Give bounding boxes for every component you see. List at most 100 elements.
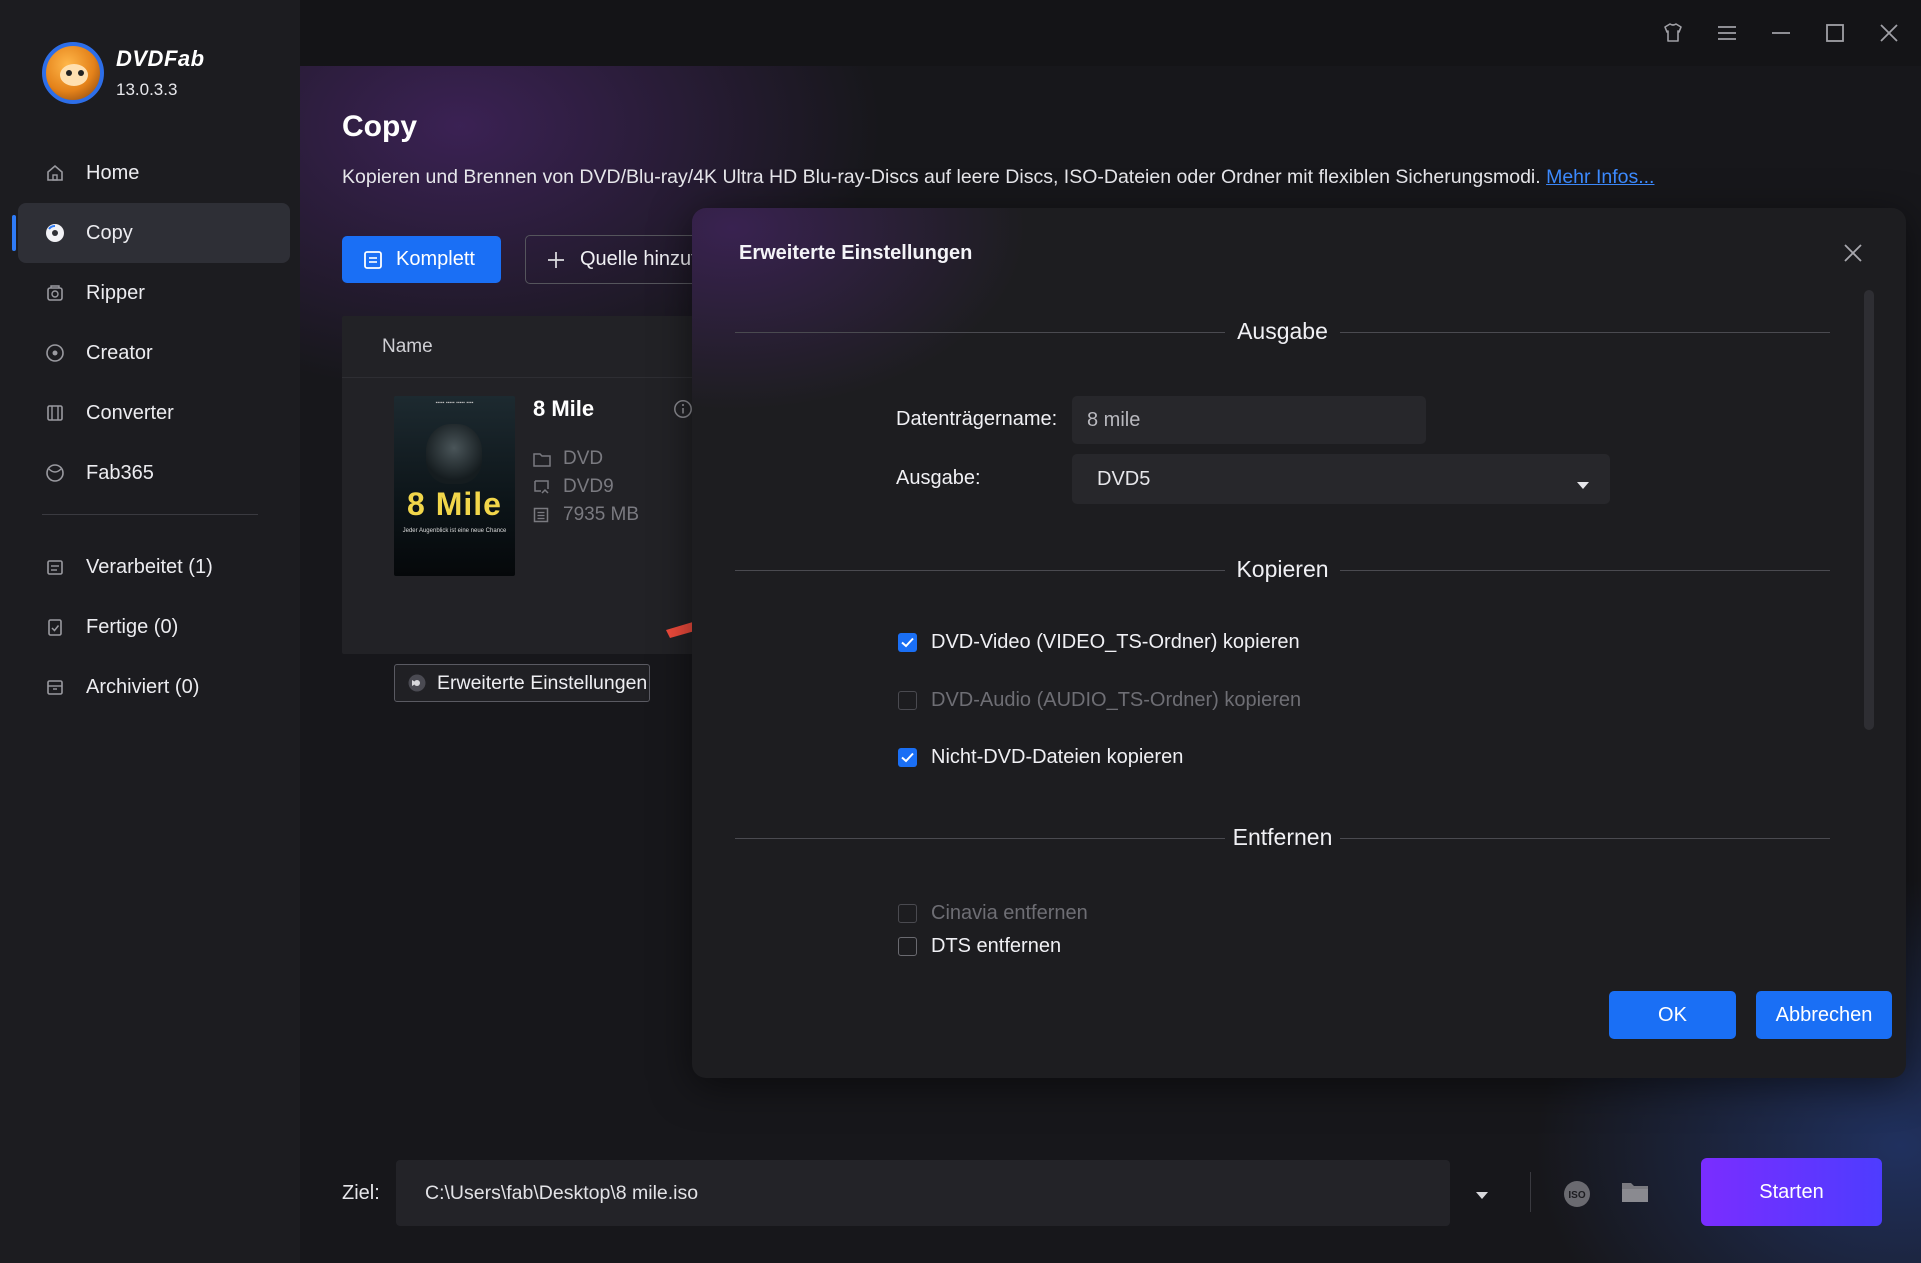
creator-icon [44,342,66,364]
close-icon[interactable] [1874,18,1904,48]
checkbox-remove-dts[interactable]: DTS entfernen [898,935,1061,958]
chevron-down-icon [1576,474,1590,497]
folder-icon [533,451,553,467]
queue-nav: Verarbeitet (1) Fertige (0) Archiviert (… [18,537,290,717]
converter-icon [44,402,66,424]
volume-name-label: Datenträgername: [896,408,1058,430]
page-title: Copy [342,110,417,143]
finished-icon [44,616,66,638]
info-icon[interactable] [673,399,693,424]
poster-figure [426,424,482,484]
sidebar-item-archived[interactable]: Archiviert (0) [18,657,290,717]
sidebar-item-label: Copy [86,221,133,244]
section-line [1340,838,1830,839]
cancel-button[interactable]: Abbrechen [1756,991,1892,1039]
poster-credits: ▪▪▪▪▪ ▪▪▪▪▪ ▪▪▪▪▪ ▪▪▪▪ [435,400,474,406]
mode-komplett-button[interactable]: Komplett [342,236,501,283]
poster-title: 8 Mile [407,486,502,522]
checkbox-unchecked-icon [898,691,917,710]
section-copy: Kopieren [735,556,1830,586]
iso-icon[interactable]: ISO [1562,1179,1592,1214]
source-type: DVD [533,448,603,470]
advanced-settings-label: Erweiterte Einstellungen [437,671,648,694]
checkbox-unchecked-icon[interactable] [898,937,917,956]
section-line [1340,570,1830,571]
app-logo: DVDFab 13.0.3.3 [42,42,205,104]
processing-icon [44,556,66,578]
checkbox-dvd-audio: DVD-Audio (AUDIO_TS-Ordner) kopieren [898,689,1301,712]
checkbox-checked-icon[interactable] [898,748,917,767]
sidebar-item-copy[interactable]: Copy [12,203,290,263]
checkbox-label: DVD-Audio (AUDIO_TS-Ordner) kopieren [931,689,1302,711]
mode-komplett-label: Komplett [396,248,475,270]
page-description: Kopieren und Brennen von DVD/Blu-ray/4K … [342,166,1654,189]
fab365-icon [44,462,66,484]
target-path: C:\Users\fab\Desktop\8 mile.iso [425,1182,699,1204]
volume-name-input[interactable]: 8 mile [1072,396,1426,444]
menu-icon[interactable] [1712,18,1742,48]
maximize-icon[interactable] [1820,18,1850,48]
checkbox-dvd-video[interactable]: DVD-Video (VIDEO_TS-Ordner) kopieren [898,631,1300,654]
sidebar-item-label: Fertige (0) [86,615,179,638]
checkbox-label: Nicht-DVD-Dateien kopieren [931,746,1184,768]
advanced-settings-button[interactable]: Erweiterte Einstellungen [394,664,650,702]
start-button[interactable]: Starten [1701,1158,1882,1226]
section-line [1340,332,1830,333]
archive-icon [44,676,66,698]
output-label: Ausgabe: [896,467,981,489]
checkbox-unchecked-icon [898,904,917,923]
minimize-icon[interactable] [1766,18,1796,48]
sidebar-item-label: Creator [86,341,153,364]
more-info-link[interactable]: Mehr Infos... [1546,166,1654,188]
skin-icon[interactable] [1658,18,1688,48]
sidebar-item-label: Home [86,161,140,184]
sidebar-item-finished[interactable]: Fertige (0) [18,597,290,657]
ok-button[interactable]: OK [1609,991,1736,1039]
poster-tagline: Jeder Augenblick ist eine neue Chance [402,528,507,534]
full-disc-icon [364,250,382,269]
target-label: Ziel: [342,1182,380,1204]
target-path-select[interactable]: C:\Users\fab\Desktop\8 mile.iso [396,1160,1488,1226]
sidebar-item-fab365[interactable]: Fab365 [18,443,290,503]
checkbox-label: DVD-Video (VIDEO_TS-Ordner) kopieren [931,631,1300,653]
target-type: DVD9 [533,476,614,498]
dialog-scrollbar[interactable] [1864,290,1874,730]
title-bar [300,0,1921,66]
sidebar-item-label: Archiviert (0) [86,675,200,698]
home-icon [44,162,66,184]
description-text: Kopieren und Brennen von DVD/Blu-ray/4K … [342,166,1541,188]
target-separator [1530,1172,1531,1212]
chevron-down-icon[interactable] [1475,1188,1489,1206]
add-source-label: Quelle hinzufügen [580,248,704,270]
folder-browse-icon[interactable] [1620,1179,1650,1210]
sidebar-item-creator[interactable]: Creator [18,323,290,383]
checkbox-checked-icon[interactable] [898,633,917,652]
sidebar-item-ripper[interactable]: Ripper [18,263,290,323]
output-select-value: DVD5 [1097,467,1151,490]
file-size: 7935 MB [533,504,639,526]
sidebar-item-converter[interactable]: Converter [18,383,290,443]
sidebar: DVDFab 13.0.3.3 Home Copy Ripper Creator… [0,0,300,1263]
ripper-icon [44,282,66,304]
dialog-title: Erweiterte Einstellungen [739,242,973,264]
sidebar-divider [42,514,258,515]
app-brand: DVDFab [116,46,205,71]
app-version: 13.0.3.3 [116,80,178,99]
sidebar-item-processing[interactable]: Verarbeitet (1) [18,537,290,597]
sidebar-item-home[interactable]: Home [18,143,290,203]
checkbox-non-dvd-files[interactable]: Nicht-DVD-Dateien kopieren [898,746,1183,769]
section-remove: Entfernen [735,824,1830,854]
source-type-label: DVD [563,448,604,469]
advanced-settings-dialog: Erweiterte Einstellungen Ausgabe Datentr… [692,208,1906,1078]
disc-output-icon [533,479,553,495]
settings-disc-icon [408,674,426,692]
main-nav: Home Copy Ripper Creator Converter Fab36… [12,143,290,503]
add-source-button[interactable]: Quelle hinzufügen [525,235,705,284]
svg-text:ISO: ISO [1568,1190,1585,1201]
sidebar-item-label: Verarbeitet (1) [86,555,213,578]
dvdfab-logo-icon [42,42,104,104]
dialog-close-icon[interactable] [1840,240,1866,266]
file-size-label: 7935 MB [563,504,640,525]
output-select[interactable]: DVD5 [1072,454,1610,504]
sidebar-item-label: Fab365 [86,461,154,484]
